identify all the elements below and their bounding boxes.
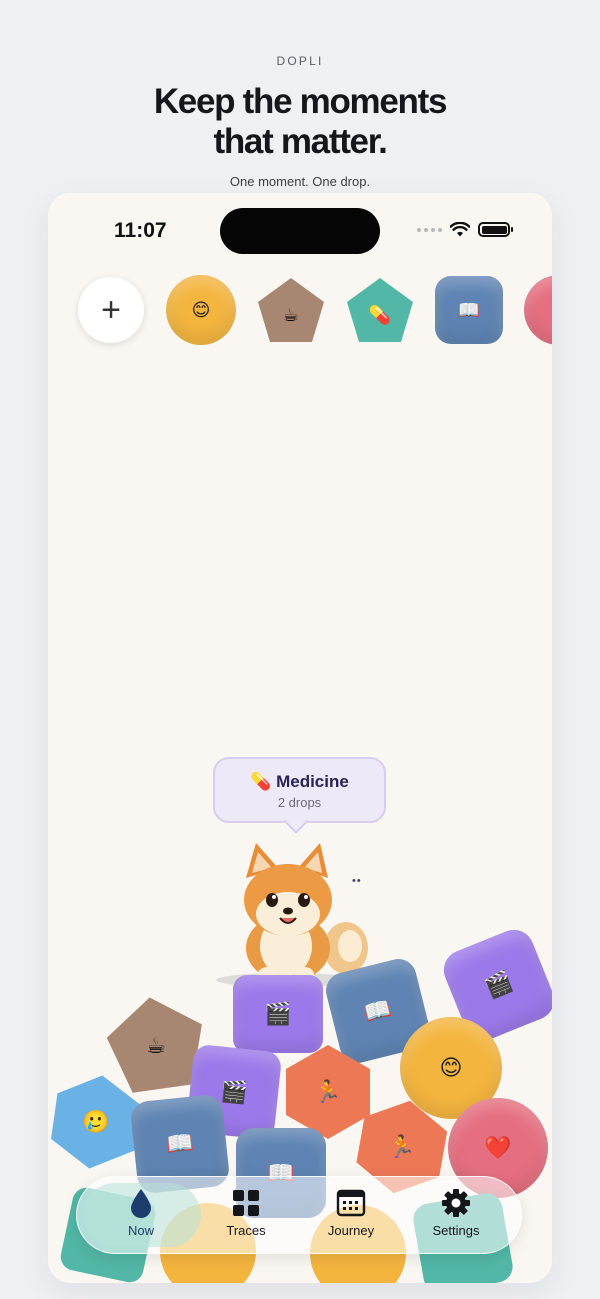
shape-chip-medicine[interactable]: 💊 (344, 275, 416, 345)
drop-sky-teary[interactable]: 🥲 (48, 1071, 144, 1171)
battery-icon (478, 222, 513, 237)
medicine-icon: 💊 (369, 304, 391, 326)
shiba-mascot[interactable] (216, 838, 376, 988)
tab-settings-label: Settings (432, 1223, 480, 1238)
clapperboard-icon: 🎬 (264, 1001, 292, 1026)
tab-settings[interactable]: Settings (406, 1187, 506, 1238)
smile-icon: 😊 (439, 1055, 463, 1080)
runner-icon: 🏃 (314, 1079, 341, 1104)
teary-face-icon: 🥲 (82, 1109, 109, 1134)
bubble-count: 2 drops (277, 795, 322, 810)
tab-traces[interactable]: Traces (196, 1187, 296, 1238)
dynamic-island (220, 208, 380, 254)
shape-chip-heart[interactable] (524, 275, 552, 345)
coffee-icon: ☕ (283, 305, 299, 325)
tab-journey[interactable]: Journey (301, 1187, 401, 1238)
wifi-icon (450, 222, 470, 237)
status-time: 11:07 (114, 219, 167, 242)
status-icons (417, 222, 513, 237)
tab-journey-label: Journey (327, 1223, 375, 1238)
book-icon: 📖 (361, 995, 395, 1026)
shape-chip-book[interactable]: 📖 (435, 276, 503, 344)
headline-line-2: that matter. (213, 122, 387, 161)
bubble-title: 💊 Medicine (215, 772, 384, 792)
signal-dots-icon (417, 227, 442, 232)
phone-screen: 11:07 + 😊 ☕ 💊 📖 💊 Medicine 2 drops •• 🎬 … (48, 193, 552, 1283)
tab-traces-label: Traces (226, 1223, 266, 1238)
book-icon: 📖 (165, 1129, 195, 1158)
headline: Keep the moments that matter. (0, 82, 600, 162)
shape-chip-coffee[interactable]: ☕ (255, 275, 327, 345)
tagline: One moment. One drop. (229, 174, 371, 189)
clapperboard-icon: 🎬 (219, 1077, 249, 1106)
coffee-icon: ☕ (146, 1033, 166, 1058)
tab-now[interactable]: Now (91, 1187, 191, 1238)
drop-icon (131, 1189, 151, 1218)
smile-icon: 😊 (191, 299, 211, 320)
headline-line-1: Keep the moments (153, 82, 448, 121)
shape-chip-mood[interactable]: 😊 (166, 275, 236, 345)
clapperboard-icon: 🎬 (481, 967, 517, 1002)
book-icon: 📖 (457, 299, 481, 320)
runner-icon: 🏃 (388, 1134, 415, 1159)
medicine-icon: 💊 (250, 772, 272, 791)
tab-bar: Now Traces Journey Settings (76, 1176, 522, 1254)
add-shape-button[interactable]: + (78, 277, 144, 343)
brand-label: DOPLI (276, 54, 324, 68)
tab-now-label: Now (127, 1223, 154, 1238)
gear-icon (442, 1189, 470, 1217)
shape-picker: + 😊 ☕ 💊 📖 (48, 275, 552, 347)
grid-icon (233, 1190, 259, 1216)
heart-icon: ❤️ (484, 1135, 512, 1160)
calendar-icon (336, 1189, 366, 1217)
moment-bubble: 💊 Medicine 2 drops (213, 757, 386, 823)
bubble-title-text: Medicine (276, 772, 349, 791)
